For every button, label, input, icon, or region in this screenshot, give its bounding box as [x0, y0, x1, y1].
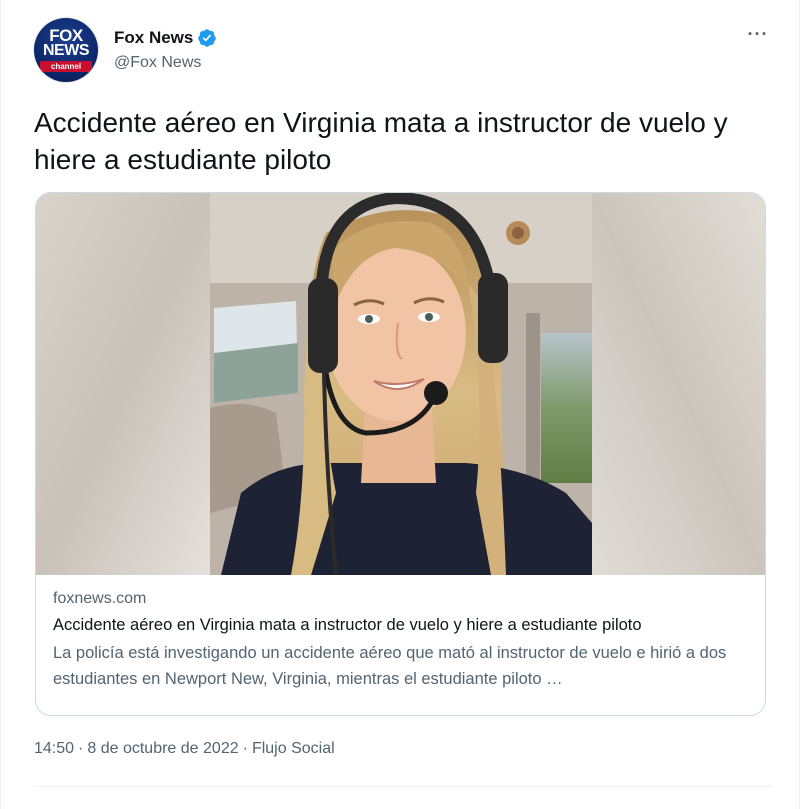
name-row: Fox News: [114, 28, 217, 48]
card-image[interactable]: [36, 193, 765, 575]
card-meta: foxnews.com Accidente aéreo en Virginia …: [53, 588, 753, 692]
tweet-header: FOX NEWS channel Fox News @Fox News ···: [34, 18, 774, 82]
author-handle[interactable]: @Fox News: [114, 53, 201, 73]
card-domain: foxnews.com: [53, 590, 147, 607]
author-display-name[interactable]: Fox News: [114, 28, 193, 48]
avatar-news-text: NEWS: [43, 42, 90, 59]
separator-dot: ·: [242, 740, 248, 757]
separator-dot: ·: [78, 740, 84, 757]
tweet-date[interactable]: 8 de octubre de 2022: [87, 740, 238, 757]
tweet-source[interactable]: Flujo Social: [252, 740, 335, 757]
tweet-timestamp: 14:50 · 8 de octubre de 2022 · Flujo Social: [34, 738, 335, 760]
divider: [34, 786, 772, 787]
avatar[interactable]: FOX NEWS channel: [34, 18, 98, 82]
tweet-text: Accidente aéreo en Virginia mata a instr…: [34, 107, 728, 175]
tweet: FOX NEWS channel Fox News @Fox News ··· …: [0, 0, 800, 809]
tweet-time[interactable]: 14:50: [34, 740, 74, 757]
link-card[interactable]: foxnews.com Accidente aéreo en Virginia …: [35, 192, 766, 716]
card-description: La policía está investigando un accident…: [53, 644, 727, 688]
verified-badge-icon: [198, 29, 217, 47]
card-title[interactable]: Accidente aéreo en Virginia mata a instr…: [53, 614, 753, 636]
avatar-channel-text: channel: [40, 61, 92, 72]
more-options-icon[interactable]: ···: [744, 24, 772, 48]
pilot-photo: [36, 193, 765, 575]
